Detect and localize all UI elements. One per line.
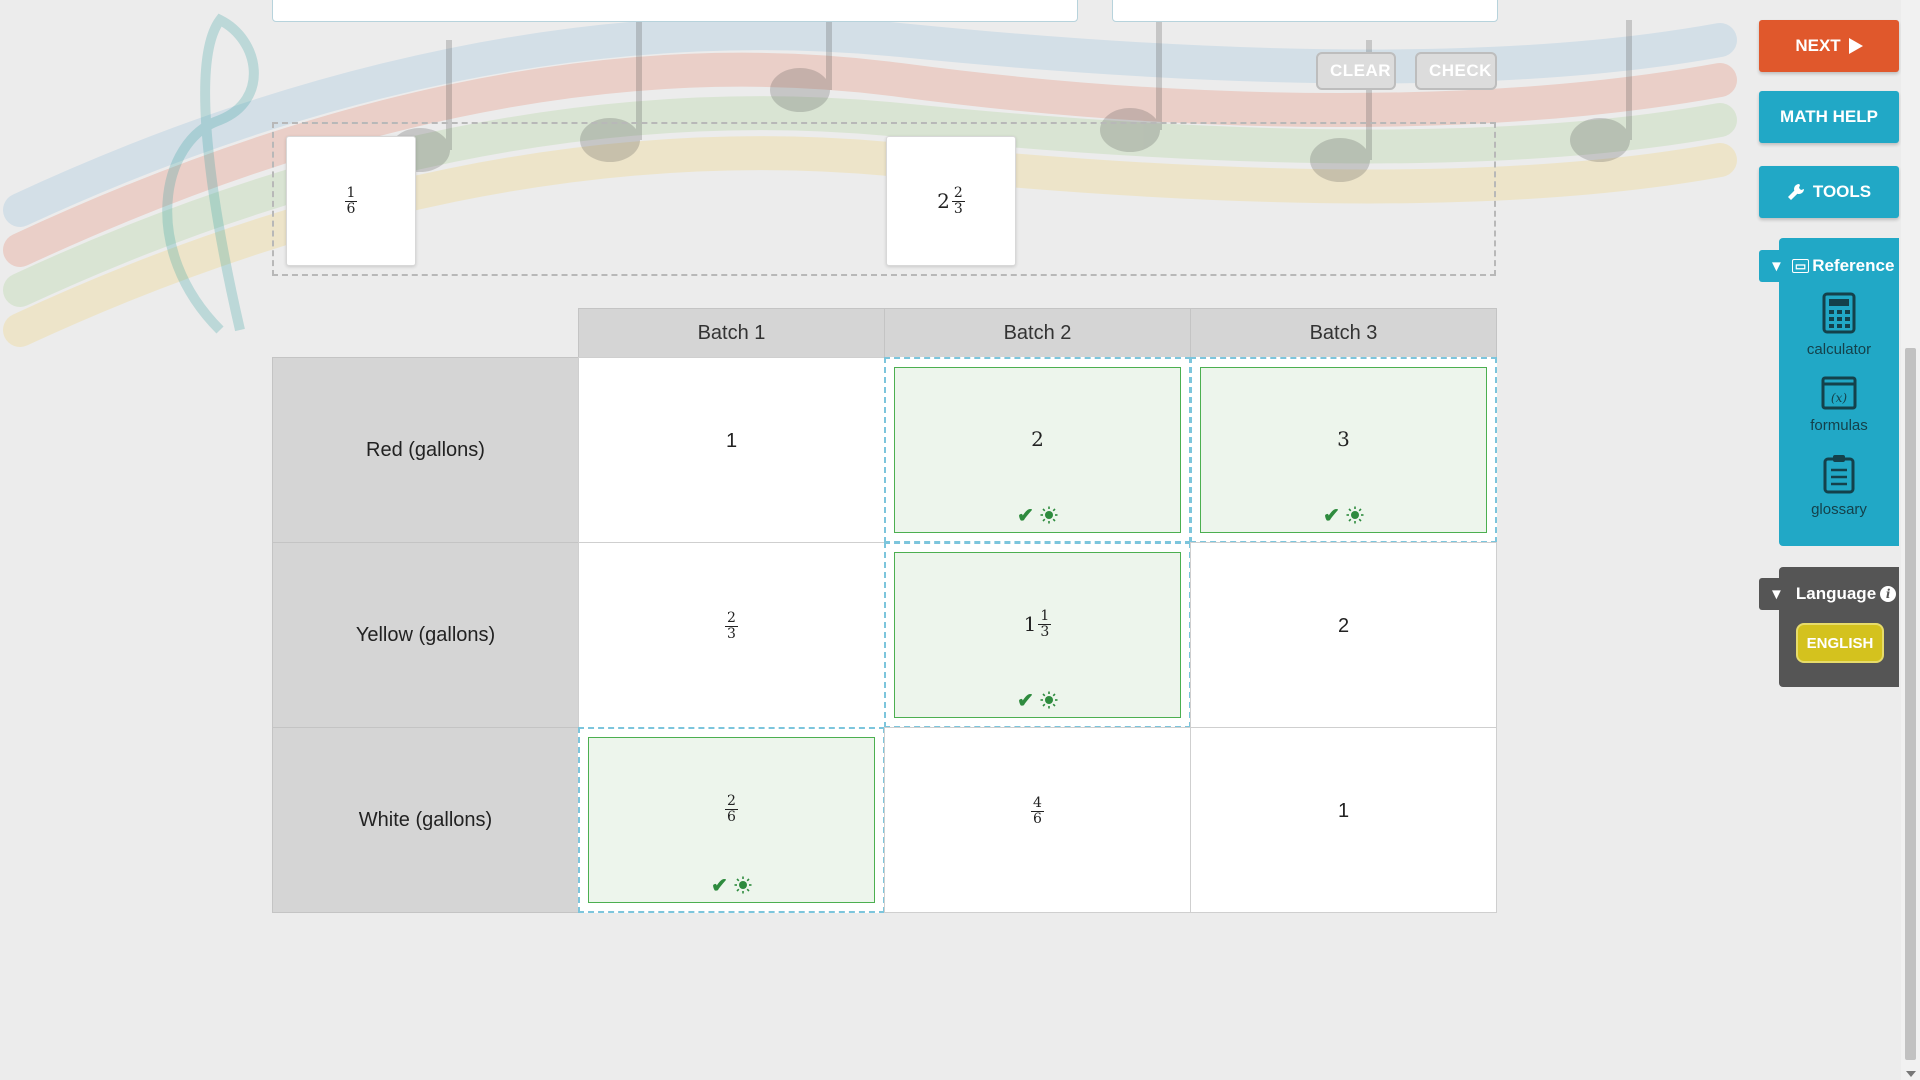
lightbulb-icon[interactable] xyxy=(1040,691,1058,709)
placed-answer[interactable]: 2 6 ✔ xyxy=(588,737,875,903)
language-english-button[interactable]: ENGLISH xyxy=(1796,623,1884,663)
fraction: 2 3 xyxy=(951,184,965,217)
table-cell: 2 3 xyxy=(578,542,885,728)
glossary-item[interactable]: glossary xyxy=(1779,454,1899,518)
formulas-item[interactable]: (x) formulas xyxy=(1779,376,1899,434)
check-icon: ✔ xyxy=(1323,505,1340,527)
column-header: Batch 2 xyxy=(884,308,1191,358)
answer-input-right[interactable] xyxy=(1112,0,1498,22)
row-header: Yellow (gallons) xyxy=(272,542,579,728)
placed-answer[interactable]: 2 ✔ xyxy=(894,367,1181,533)
fraction: 2 3 xyxy=(725,609,738,642)
scrollbar[interactable] xyxy=(1901,0,1920,1080)
reference-toggle[interactable]: ▼ ▭ Reference xyxy=(1759,250,1899,282)
svg-text:(x): (x) xyxy=(1831,391,1847,405)
calculator-icon xyxy=(1822,292,1856,334)
scrollbar-thumb[interactable] xyxy=(1905,348,1916,1060)
column-header: Batch 3 xyxy=(1190,308,1497,358)
math-help-button[interactable]: MATH HELP xyxy=(1759,91,1899,143)
lightbulb-icon[interactable] xyxy=(1040,506,1058,524)
formula-icon: (x) xyxy=(1821,376,1857,410)
clipboard-icon xyxy=(1823,455,1855,494)
check-icon: ✔ xyxy=(711,875,728,897)
column-header: Batch 1 xyxy=(578,308,885,358)
calculator-item[interactable]: calculator xyxy=(1779,292,1899,358)
clear-button[interactable]: CLEAR xyxy=(1316,52,1396,90)
lightbulb-icon[interactable] xyxy=(1346,506,1364,524)
fraction: 1 6 xyxy=(344,184,358,217)
check-icon: ✔ xyxy=(1017,505,1034,527)
table-cell: 2 xyxy=(1190,542,1497,728)
fraction: 1 3 xyxy=(1038,607,1052,640)
answer-input-left[interactable] xyxy=(272,0,1078,22)
check-button[interactable]: CHECK xyxy=(1415,52,1497,90)
lightbulb-icon[interactable] xyxy=(734,876,752,894)
wrench-icon xyxy=(1787,184,1804,200)
answer-tile[interactable]: 2 2 3 xyxy=(886,136,1016,266)
chevron-down-icon: ▼ xyxy=(1769,257,1784,275)
reference-item-label: formulas xyxy=(1810,417,1868,434)
drop-zone[interactable]: 1 1 3 ✔ xyxy=(884,542,1191,728)
next-button[interactable]: NEXT xyxy=(1759,20,1899,72)
table-cell: 1 xyxy=(1190,727,1497,913)
drop-zone[interactable]: 3 ✔ xyxy=(1190,357,1497,543)
placed-answer[interactable]: 1 1 3 ✔ xyxy=(894,552,1181,718)
placed-answer[interactable]: 3 ✔ xyxy=(1200,367,1487,533)
table-cell: 4 6 xyxy=(884,727,1191,913)
row-header: White (gallons) xyxy=(272,727,579,913)
book-icon: ▭ xyxy=(1791,259,1810,273)
chevron-down-icon: ▼ xyxy=(1769,585,1784,603)
answer-bank: 1 6 2 2 3 xyxy=(272,122,1496,276)
reference-item-label: calculator xyxy=(1806,341,1872,358)
fraction: 2 6 xyxy=(725,792,738,825)
tools-button[interactable]: TOOLS xyxy=(1759,166,1899,218)
fraction: 4 6 xyxy=(1031,794,1044,827)
answer-tile[interactable]: 1 6 xyxy=(286,136,416,266)
play-icon xyxy=(1848,38,1863,54)
drop-zone[interactable]: 2 6 ✔ xyxy=(578,727,885,913)
scroll-down-arrow-icon[interactable] xyxy=(1906,1071,1916,1077)
table-cell: 1 xyxy=(578,357,885,543)
info-icon[interactable]: i xyxy=(1880,586,1897,602)
drop-zone[interactable]: 2 ✔ xyxy=(884,357,1191,543)
check-icon: ✔ xyxy=(1017,690,1034,712)
language-toggle[interactable]: ▼ Language i xyxy=(1759,578,1899,610)
reference-item-label: glossary xyxy=(1811,501,1867,518)
row-header: Red (gallons) xyxy=(272,357,579,543)
